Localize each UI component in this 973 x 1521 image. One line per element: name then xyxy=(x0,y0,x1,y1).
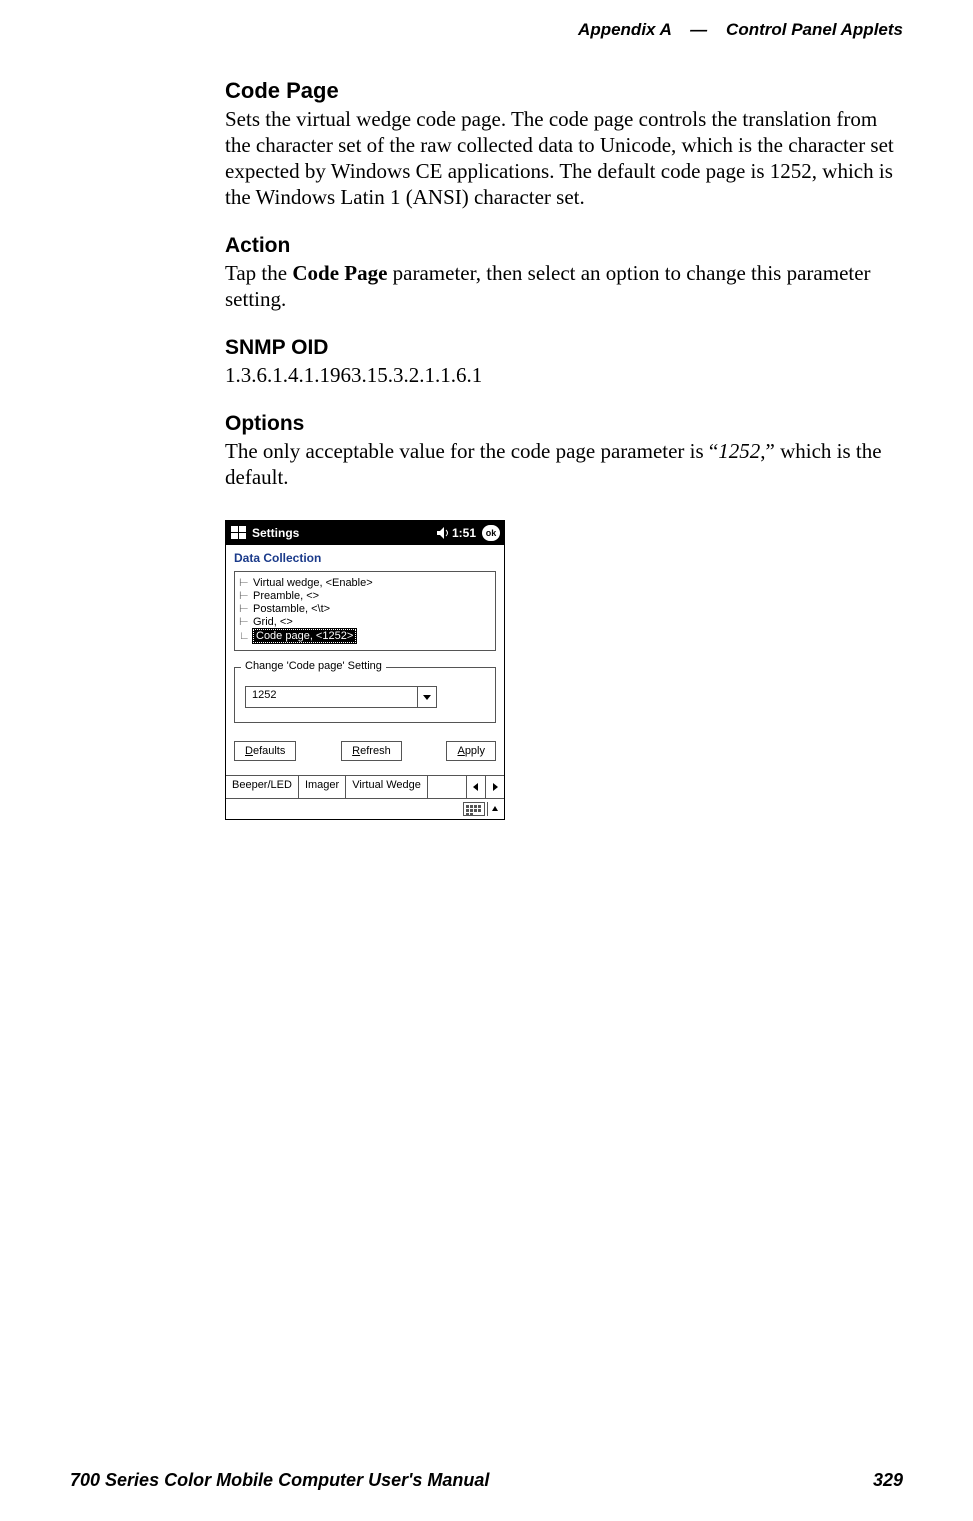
tab-imager[interactable]: Imager xyxy=(299,776,346,798)
heading-snmp: SNMP OID xyxy=(225,336,905,360)
tab-beeper-led[interactable]: Beeper/LED xyxy=(226,776,299,798)
change-setting-group: Change 'Code page' Setting 1252 xyxy=(234,667,496,723)
defaults-label: efaults xyxy=(253,745,285,757)
appendix-label: Appendix A xyxy=(578,20,671,39)
action-text-bold: Code Page xyxy=(292,261,387,285)
settings-tree: ⊢ Virtual wedge, <Enable> ⊢ Preamble, <>… xyxy=(234,571,496,651)
titlebar-title: Settings xyxy=(252,526,299,540)
tree-branch-icon: ∟ xyxy=(239,631,253,642)
speaker-icon[interactable] xyxy=(436,526,450,540)
refresh-button[interactable]: Refresh xyxy=(341,741,402,761)
header-dash: — xyxy=(690,20,707,39)
footer-page-number: 329 xyxy=(873,1470,903,1491)
codepage-combo[interactable]: 1252 xyxy=(245,686,437,708)
tree-item[interactable]: ⊢ Preamble, <> xyxy=(239,590,491,602)
tree-item[interactable]: ⊢ Virtual wedge, <Enable> xyxy=(239,577,491,589)
heading-options: Options xyxy=(225,412,905,436)
paragraph-codepage: Sets the virtual wedge code page. The co… xyxy=(225,106,905,210)
chevron-down-icon[interactable] xyxy=(417,687,436,707)
tree-item-label: Postamble, <\t> xyxy=(253,603,330,615)
tab-strip: Beeper/LED Imager Virtual Wedge xyxy=(226,775,504,798)
paragraph-options: The only acceptable value for the code p… xyxy=(225,438,905,490)
tree-branch-icon: ⊢ xyxy=(239,591,253,602)
groupbox-legend: Change 'Code page' Setting xyxy=(241,660,386,672)
tab-scroll-right-icon[interactable] xyxy=(485,776,504,798)
sip-bar xyxy=(226,798,504,819)
footer-manual-title: 700 Series Color Mobile Computer User's … xyxy=(70,1470,489,1491)
snmp-oid-value: 1.3.6.1.4.1.1963.15.3.2.1.1.6.1 xyxy=(225,362,905,388)
tree-item-label: Preamble, <> xyxy=(253,590,319,602)
tree-item-label: Virtual wedge, <Enable> xyxy=(253,577,373,589)
button-row: Defaults Refresh Apply xyxy=(234,741,496,761)
defaults-button[interactable]: Defaults xyxy=(234,741,296,761)
tree-item-label: Grid, <> xyxy=(253,616,293,628)
apply-button[interactable]: Apply xyxy=(446,741,496,761)
tab-scroll xyxy=(466,776,504,798)
tree-branch-icon: ⊢ xyxy=(239,617,253,628)
tree-item[interactable]: ∟ Code page, <1252> xyxy=(239,629,491,643)
tree-item[interactable]: ⊢ Grid, <> xyxy=(239,616,491,628)
heading-codepage: Code Page xyxy=(225,78,905,104)
paragraph-action: Tap the Code Page parameter, then select… xyxy=(225,260,905,312)
start-icon[interactable] xyxy=(230,524,248,542)
device-screenshot: Settings 1:51 ok Data Collection ⊢ Virtu… xyxy=(225,520,505,820)
apply-label: pply xyxy=(465,745,485,757)
ok-button[interactable]: ok xyxy=(482,525,500,541)
running-header: Appendix A — Control Panel Applets xyxy=(578,20,903,40)
tree-branch-icon: ⊢ xyxy=(239,578,253,589)
keyboard-icon[interactable] xyxy=(463,802,485,816)
action-text-pre: Tap the xyxy=(225,261,292,285)
titlebar: Settings 1:51 ok xyxy=(226,521,504,545)
tab-virtual-wedge[interactable]: Virtual Wedge xyxy=(346,776,428,798)
sip-up-icon[interactable] xyxy=(487,802,502,816)
main-content: Code Page Sets the virtual wedge code pa… xyxy=(225,78,905,820)
tree-item[interactable]: ⊢ Postamble, <\t> xyxy=(239,603,491,615)
tab-scroll-left-icon[interactable] xyxy=(467,776,485,798)
titlebar-time: 1:51 xyxy=(452,526,476,540)
options-text-ital: 1252 xyxy=(718,439,760,463)
refresh-label: efresh xyxy=(360,745,391,757)
heading-action: Action xyxy=(225,234,905,258)
combo-value: 1252 xyxy=(246,687,417,707)
tree-item-label-selected: Code page, <1252> xyxy=(253,629,356,643)
header-title: Control Panel Applets xyxy=(726,20,903,39)
options-text-pre: The only acceptable value for the code p… xyxy=(225,439,718,463)
tree-branch-icon: ⊢ xyxy=(239,604,253,615)
applet-title: Data Collection xyxy=(226,545,504,569)
